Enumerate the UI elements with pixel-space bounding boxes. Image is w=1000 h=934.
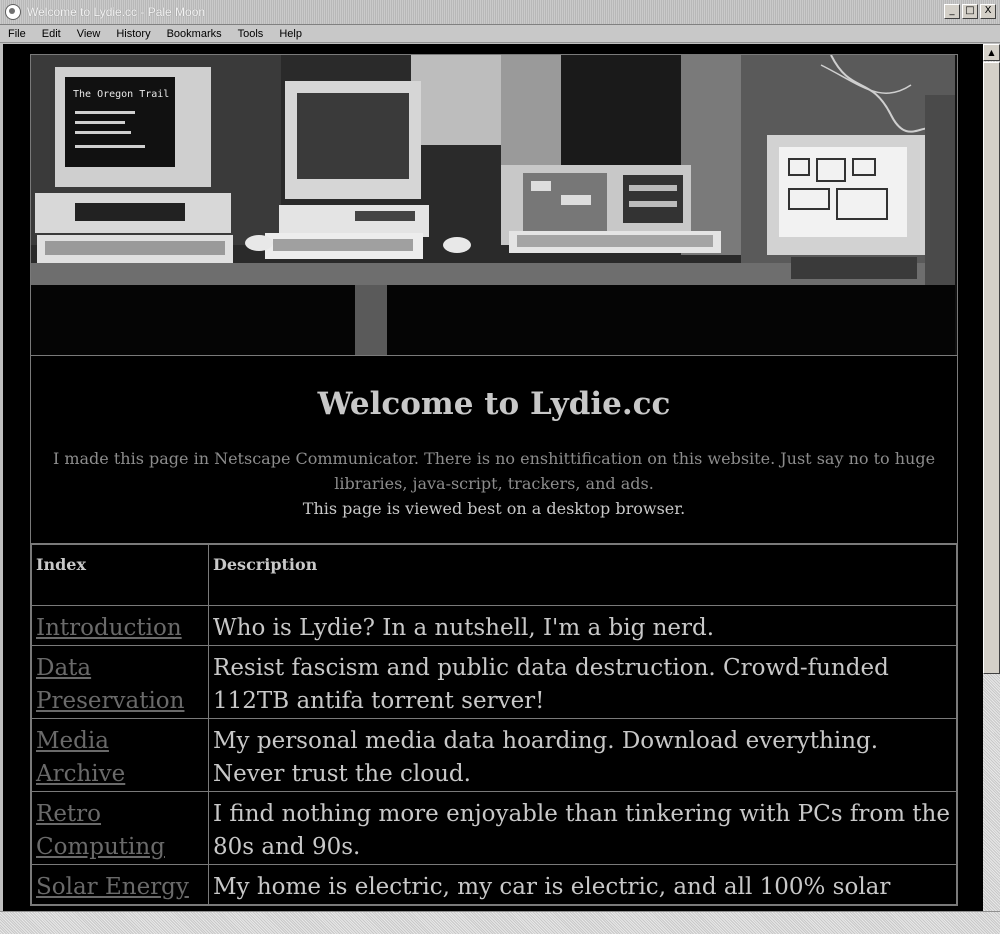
maximize-button[interactable]: □: [962, 4, 978, 19]
table-row: Retro Computing I find nothing more enjo…: [31, 791, 957, 865]
link-introduction[interactable]: Introduction: [36, 615, 182, 641]
header-index: Index: [31, 544, 209, 606]
close-button[interactable]: X: [980, 4, 996, 19]
menu-bar: File Edit View History Bookmarks Tools H…: [0, 25, 1000, 43]
window-title: Welcome to Lydie.cc - Pale Moon: [27, 5, 206, 19]
link-media-archive[interactable]: Media Archive: [36, 728, 125, 787]
menu-bookmarks[interactable]: Bookmarks: [167, 28, 222, 40]
table-row: Solar Energy My home is electric, my car…: [31, 864, 957, 905]
row-description: Resist fascism and public data destructi…: [208, 645, 957, 719]
desktop-note: This page is viewed best on a desktop br…: [302, 499, 686, 518]
row-description: My home is electric, my car is electric,…: [208, 864, 957, 905]
page-viewport: The Oregon Trail Welcome to Lydie.cc I m…: [3, 44, 983, 911]
page-title: Welcome to Lydie.cc: [317, 386, 671, 422]
minimize-button[interactable]: _: [944, 4, 960, 19]
table-row: Introduction Who is Lydie? In a nutshell…: [31, 605, 957, 646]
link-solar-energy[interactable]: Solar Energy: [36, 874, 189, 900]
scroll-thumb[interactable]: [983, 62, 1000, 674]
pale-moon-icon: [5, 4, 21, 20]
menu-edit[interactable]: Edit: [42, 28, 61, 40]
header-description: Description: [208, 544, 957, 606]
hero-image-retro-computers: The Oregon Trail: [31, 55, 957, 356]
scroll-up-icon[interactable]: ▲: [983, 44, 1000, 61]
link-retro-computing[interactable]: Retro Computing: [36, 801, 165, 860]
table-row: Media Archive My personal media data hoa…: [31, 718, 957, 792]
table-header-row: Index Description: [31, 544, 957, 606]
vertical-scrollbar[interactable]: ▲: [983, 44, 1000, 911]
table-row: Data Preservation Resist fascism and pub…: [31, 645, 957, 719]
menu-file[interactable]: File: [8, 28, 26, 40]
menu-tools[interactable]: Tools: [238, 28, 264, 40]
index-table: Index Description Introduction Who is Ly…: [31, 544, 957, 905]
window-controls: _ □ X: [944, 4, 996, 19]
intro-paragraph: I made this page in Netscape Communicato…: [52, 449, 936, 493]
row-description: Who is Lydie? In a nutshell, I'm a big n…: [208, 605, 957, 646]
oregon-trail-screen-text: The Oregon Trail: [73, 89, 169, 100]
menu-history[interactable]: History: [116, 28, 150, 40]
row-description: My personal media data hoarding. Downloa…: [208, 718, 957, 792]
status-bar: [0, 911, 1000, 934]
menu-view[interactable]: View: [77, 28, 101, 40]
intro-section: Welcome to Lydie.cc I made this page in …: [31, 356, 957, 544]
page-container: The Oregon Trail Welcome to Lydie.cc I m…: [30, 54, 958, 906]
row-description: I find nothing more enjoyable than tinke…: [208, 791, 957, 865]
title-bar: Welcome to Lydie.cc - Pale Moon _ □ X: [0, 0, 1000, 25]
link-data-preservation[interactable]: Data Preservation: [36, 655, 184, 714]
menu-help[interactable]: Help: [279, 28, 302, 40]
hero-illustration: The Oregon Trail: [31, 55, 955, 355]
